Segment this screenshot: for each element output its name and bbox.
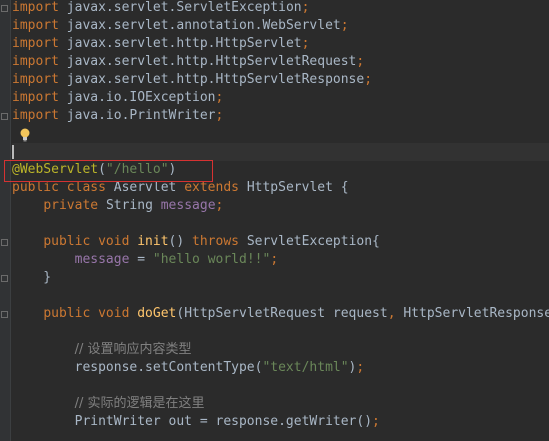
code-token: ; <box>301 0 310 15</box>
code-line[interactable]: public void doGet(HttpServletRequest req… <box>12 305 549 323</box>
code-token: import <box>12 54 59 69</box>
code-token: extends <box>184 180 247 195</box>
code-token: ServletException{ <box>246 234 380 249</box>
code-token: ) <box>168 162 177 177</box>
code-line[interactable]: PrintWriter out = response.getWriter(); <box>12 413 549 431</box>
code-token: @WebServlet <box>12 162 99 177</box>
code-line[interactable]: import javax.servlet.ServletException; <box>12 0 549 17</box>
code-token: javax.servlet.http.HttpServletResponse <box>58 72 365 87</box>
code-token: import <box>12 90 59 105</box>
code-line[interactable] <box>12 287 549 305</box>
code-token: import <box>12 18 59 33</box>
code-token: ; <box>215 198 224 213</box>
code-token: ; <box>356 54 365 69</box>
code-token: import <box>12 36 59 51</box>
code-line[interactable]: // 实际的逻辑是在这里 <box>12 395 549 413</box>
editor-gutter <box>0 0 11 441</box>
fold-marker-icon[interactable] <box>1 113 8 120</box>
code-token: "/hello" <box>105 162 169 177</box>
code-line[interactable]: } <box>12 269 549 287</box>
code-line[interactable]: import javax.servlet.http.HttpServlet; <box>12 35 549 53</box>
lightbulb-icon[interactable] <box>19 127 31 147</box>
code-token: message <box>74 252 138 267</box>
code-token: init <box>137 234 169 249</box>
code-line[interactable]: import javax.servlet.annotation.WebServl… <box>12 17 549 35</box>
code-token: HttpServletResponse <box>403 306 549 321</box>
code-token: Aservlet <box>113 180 185 195</box>
code-token: java.io.IOException <box>58 90 216 105</box>
code-token: public void <box>43 306 138 321</box>
code-token: ; <box>270 252 279 267</box>
code-line[interactable]: // 设置响应内容类型 <box>12 341 549 359</box>
code-token: "text/html" <box>262 360 349 375</box>
code-token: , <box>387 306 404 321</box>
code-token: } <box>12 270 52 285</box>
code-token: import <box>12 0 59 15</box>
code-token: javax.servlet.annotation.WebServlet <box>58 18 341 33</box>
code-token: response.setContentType( <box>12 360 263 375</box>
code-token: ; <box>301 36 310 51</box>
text-caret <box>12 145 14 159</box>
code-token: javax.servlet.http.HttpServlet <box>58 36 302 51</box>
code-token: PrintWriter out = response.getWriter() <box>12 414 373 429</box>
code-token: ; <box>356 360 365 375</box>
code-line[interactable] <box>12 143 549 161</box>
fold-marker-icon[interactable] <box>1 5 8 12</box>
fold-marker-icon[interactable] <box>1 239 8 246</box>
fold-marker-icon[interactable] <box>1 275 8 282</box>
code-token: private <box>43 198 106 213</box>
code-token: "hello world!!" <box>152 252 271 267</box>
code-token: throws <box>192 234 247 249</box>
fold-marker-icon[interactable] <box>1 311 8 318</box>
code-line[interactable] <box>12 125 549 143</box>
code-token: public class <box>12 180 114 195</box>
code-line[interactable]: @WebServlet("/hello") <box>12 161 549 179</box>
code-line[interactable]: response.setContentType("text/html"); <box>12 359 549 377</box>
code-token: ; <box>215 108 224 123</box>
code-token: // 设置响应内容类型 <box>74 342 192 357</box>
code-token: String <box>105 198 161 213</box>
code-token: (HttpServletRequest request <box>176 306 388 321</box>
code-token: ; <box>364 72 373 87</box>
code-token: = <box>137 252 153 267</box>
code-token: javax.servlet.ServletException <box>58 0 302 15</box>
code-token: javax.servlet.http.HttpServletRequest <box>58 54 357 69</box>
code-line[interactable] <box>12 377 549 395</box>
code-line[interactable]: import javax.servlet.http.HttpServletReq… <box>12 53 549 71</box>
code-line[interactable] <box>12 323 549 341</box>
code-token: import <box>12 72 59 87</box>
code-token: doGet <box>137 306 177 321</box>
code-token: ; <box>215 90 224 105</box>
code-line[interactable]: private String message; <box>12 197 549 215</box>
code-line[interactable] <box>12 215 549 233</box>
code-line[interactable]: public void init() throws ServletExcepti… <box>12 233 549 251</box>
code-line[interactable]: import java.io.PrintWriter; <box>12 107 549 125</box>
code-line[interactable]: import javax.servlet.http.HttpServletRes… <box>12 71 549 89</box>
code-token: import <box>12 108 59 123</box>
code-editor[interactable]: import javax.servlet.ServletException; im… <box>12 0 549 441</box>
code-line[interactable]: import java.io.IOException; <box>12 89 549 107</box>
code-token: HttpServlet { <box>246 180 349 195</box>
code-token: java.io.PrintWriter <box>58 108 216 123</box>
code-line[interactable]: public class Aservlet extends HttpServle… <box>12 179 549 197</box>
code-token: () <box>168 234 193 249</box>
code-token: ; <box>372 414 380 429</box>
code-line[interactable]: message = "hello world!!"; <box>12 251 549 269</box>
code-token: message <box>160 198 216 213</box>
code-token: public void <box>43 234 138 249</box>
code-token: ; <box>340 18 349 33</box>
code-token: ( <box>98 162 106 177</box>
code-token: // 实际的逻辑是在这里 <box>74 396 205 411</box>
